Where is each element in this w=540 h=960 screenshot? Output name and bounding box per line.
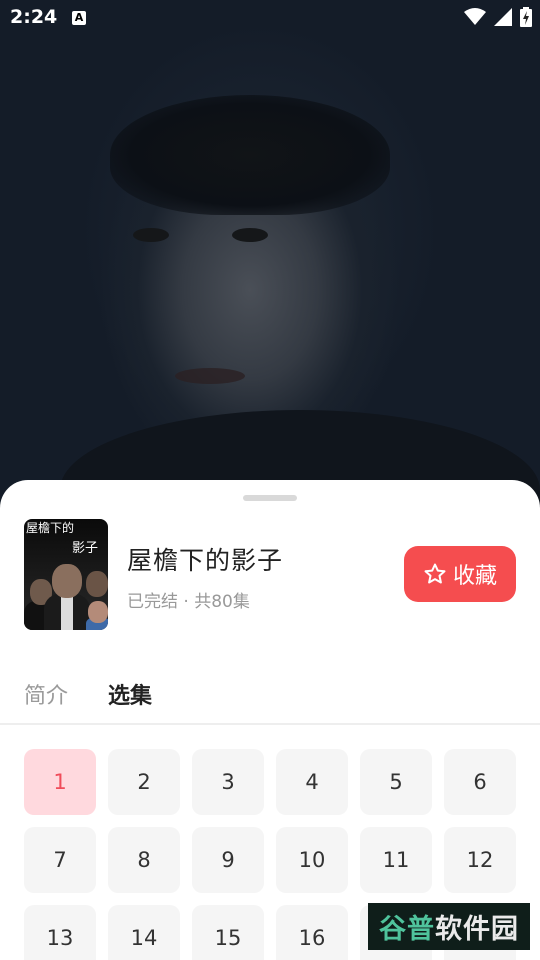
episode-button-5[interactable]: 5 (360, 749, 432, 815)
video-mouth-shape (175, 368, 245, 384)
poster-title-line2: 影子 (72, 541, 99, 556)
tab-intro[interactable]: 简介 (24, 678, 68, 710)
drama-poster[interactable]: 屋檐下的 影子 (24, 519, 108, 630)
watermark-part2: 软件园 (435, 914, 519, 945)
status-time: 2:24 (10, 6, 58, 28)
signal-icon (494, 8, 512, 26)
episode-button-7[interactable]: 7 (24, 827, 96, 893)
episode-button-14[interactable]: 14 (108, 905, 180, 960)
video-hair-shape (110, 95, 390, 215)
episode-button-15[interactable]: 15 (192, 905, 264, 960)
episode-button-13[interactable]: 13 (24, 905, 96, 960)
episode-button-6[interactable]: 6 (444, 749, 516, 815)
episode-button-2[interactable]: 2 (108, 749, 180, 815)
wifi-icon (464, 8, 486, 25)
video-eye-left (133, 228, 169, 242)
episode-button-1[interactable]: 1 (24, 749, 96, 815)
episode-bottom-sheet: 屋檐下的 影子 屋檐下的影子 已完结 · 共80集 收藏 简介 选集 12345… (0, 480, 540, 960)
star-outline-icon (424, 563, 446, 584)
status-bar: 2:24 A (0, 0, 540, 38)
watermark-logo: 谷普 软件园 (368, 903, 530, 950)
episode-button-12[interactable]: 12 (444, 827, 516, 893)
tab-episodes[interactable]: 选集 (108, 678, 152, 710)
favorite-button[interactable]: 收藏 (404, 546, 516, 602)
sheet-tabs: 简介 选集 (0, 670, 540, 725)
sheet-drag-handle[interactable] (243, 495, 297, 501)
episode-button-10[interactable]: 10 (276, 827, 348, 893)
episode-button-9[interactable]: 9 (192, 827, 264, 893)
poster-title-line1: 屋檐下的 (26, 521, 75, 535)
video-eye-right (232, 228, 268, 242)
notification-a-icon: A (72, 11, 86, 25)
battery-charging-icon (520, 7, 532, 27)
episode-button-8[interactable]: 8 (108, 827, 180, 893)
episode-button-4[interactable]: 4 (276, 749, 348, 815)
favorite-label: 收藏 (452, 564, 497, 589)
episode-button-3[interactable]: 3 (192, 749, 264, 815)
watermark-part1: 谷普 (379, 914, 435, 945)
episode-button-11[interactable]: 11 (360, 827, 432, 893)
episode-button-16[interactable]: 16 (276, 905, 348, 960)
drama-meta: 已完结 · 共80集 (127, 592, 250, 612)
drama-title: 屋檐下的影子 (127, 546, 284, 575)
video-player-background[interactable] (0, 0, 540, 520)
